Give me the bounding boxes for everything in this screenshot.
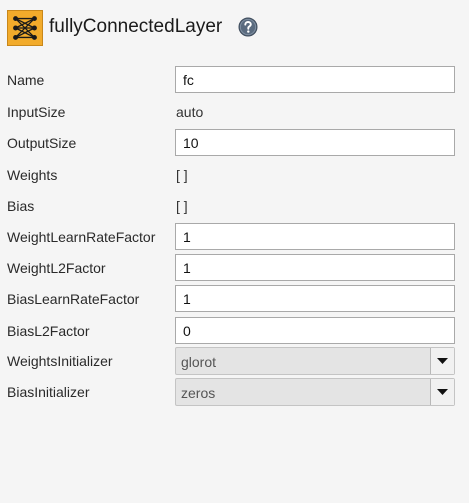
property-row-weightlearnratefactor: WeightLearnRateFactor — [0, 223, 469, 251]
weightlearnratefactor-label: WeightLearnRateFactor — [7, 229, 156, 245]
weightsinitializer-label: WeightsInitializer — [7, 353, 113, 369]
property-row-biaslearnratefactor: BiasLearnRateFactor — [0, 285, 469, 313]
biasinitializer-dropdown-button[interactable] — [430, 379, 454, 405]
property-row-bias: Bias [ ] — [0, 192, 469, 220]
weightsinitializer-value: glorot — [181, 354, 217, 370]
property-row-biasinitializer: BiasInitializer zeros — [0, 378, 469, 406]
biaslearnratefactor-field[interactable] — [175, 285, 455, 312]
property-row-biasl2factor: BiasL2Factor — [0, 317, 469, 345]
weights-label: Weights — [7, 167, 58, 183]
property-row-outputsize: OutputSize — [0, 129, 469, 157]
question-mark-icon[interactable] — [238, 17, 258, 37]
layer-header: fullyConnectedLayer — [0, 0, 469, 56]
biasl2factor-label: BiasL2Factor — [7, 323, 90, 339]
layer-title: fullyConnectedLayer — [49, 16, 223, 37]
outputsize-field[interactable] — [175, 129, 455, 156]
weightsinitializer-dropdown-button[interactable] — [430, 348, 454, 374]
name-field[interactable] — [175, 66, 455, 93]
inputsize-label: InputSize — [7, 104, 66, 120]
biasinitializer-label: BiasInitializer — [7, 384, 90, 400]
property-row-inputsize: InputSize auto — [0, 98, 469, 126]
weights-value: [ ] — [176, 167, 188, 183]
property-row-weights: Weights [ ] — [0, 161, 469, 189]
weightl2factor-field[interactable] — [175, 254, 455, 281]
property-row-name: Name — [0, 66, 469, 94]
weightlearnratefactor-field[interactable] — [175, 223, 455, 250]
weightl2factor-label: WeightL2Factor — [7, 260, 106, 276]
biasinitializer-dropdown[interactable]: zeros — [175, 378, 455, 406]
property-row-weightsinitializer: WeightsInitializer glorot — [0, 347, 469, 375]
property-row-weightl2factor: WeightL2Factor — [0, 254, 469, 282]
biasinitializer-value: zeros — [181, 385, 216, 401]
caret-down-icon — [437, 389, 448, 395]
bias-label: Bias — [7, 198, 35, 214]
caret-down-icon — [437, 358, 448, 364]
biasl2factor-field[interactable] — [175, 317, 455, 344]
inputsize-value: auto — [176, 104, 204, 120]
fully-connected-layer-icon — [7, 10, 43, 46]
bias-value: [ ] — [176, 198, 188, 214]
outputsize-label: OutputSize — [7, 135, 77, 151]
weightsinitializer-dropdown[interactable]: glorot — [175, 347, 455, 375]
biaslearnratefactor-label: BiasLearnRateFactor — [7, 291, 140, 307]
name-label: Name — [7, 72, 45, 88]
